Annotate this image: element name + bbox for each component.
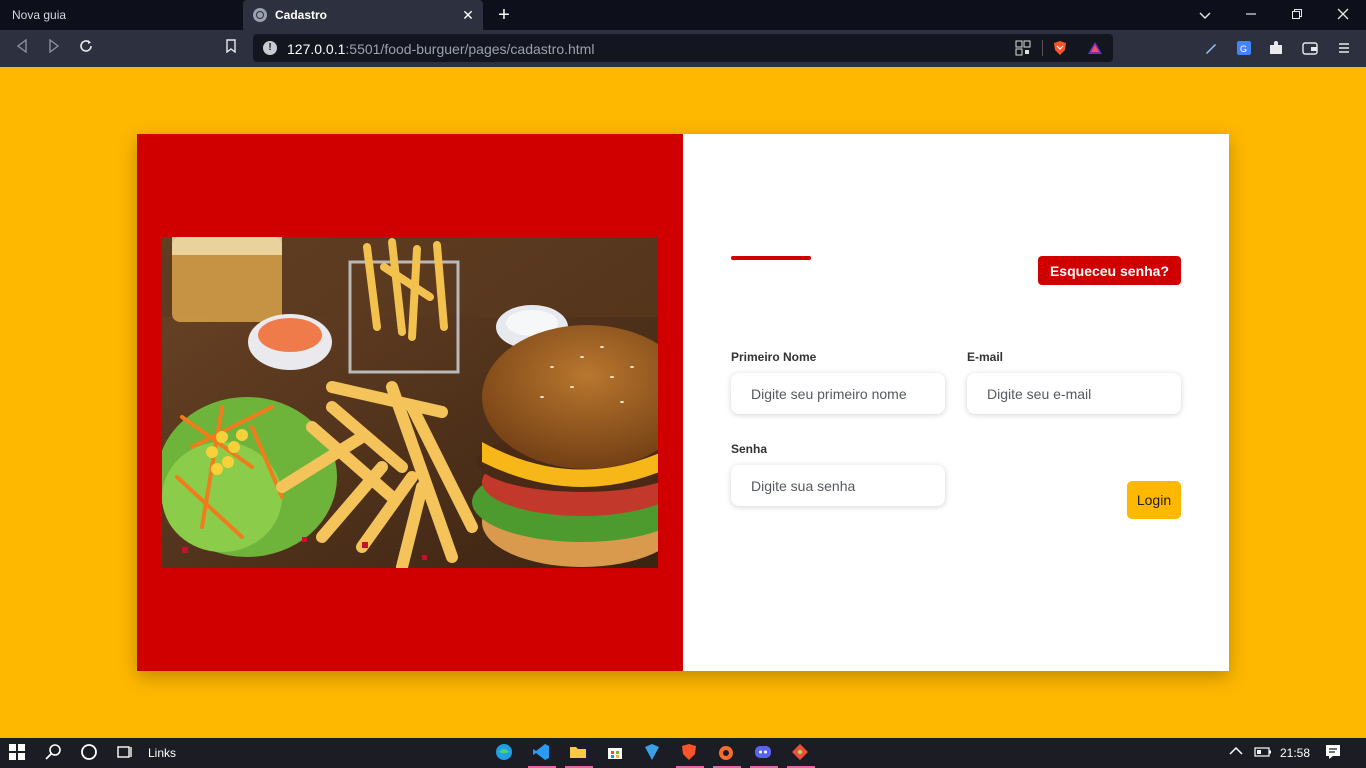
translate-icon[interactable]: G (1236, 40, 1252, 56)
site-info-icon[interactable]: ! (263, 41, 277, 55)
burger-photo (162, 237, 658, 568)
browser-tab-bar: Nova guia Cadastro ✕ + (0, 0, 1366, 30)
tab-nova-guia[interactable]: Nova guia (0, 0, 243, 30)
image-panel (137, 134, 683, 671)
windows-taskbar: Links 21:58 (0, 738, 1366, 768)
links-toolbar-label[interactable]: Links (148, 746, 176, 760)
file-explorer-icon[interactable] (569, 743, 589, 763)
extensions-puzzle-icon[interactable] (1268, 40, 1284, 56)
url-text[interactable]: 127.0.0.1:5501/food-burguer/pages/cadast… (287, 41, 594, 57)
vscode-icon[interactable] (532, 743, 552, 763)
password-input[interactable] (731, 465, 945, 506)
back-icon[interactable] (11, 38, 33, 60)
first-name-input[interactable] (731, 373, 945, 414)
clock[interactable]: 21:58 (1280, 746, 1310, 760)
email-input[interactable] (967, 373, 1181, 414)
discord-icon[interactable] (754, 743, 774, 763)
edge-icon[interactable] (495, 743, 515, 763)
brave-shields-icon[interactable] (1052, 40, 1068, 56)
address-bar[interactable]: ! 127.0.0.1:5501/food-burguer/pages/cada… (253, 34, 1113, 62)
task-view-icon[interactable] (116, 743, 136, 763)
email-label: E-mail (967, 350, 1004, 364)
origin-icon[interactable] (717, 743, 737, 763)
bookmark-icon[interactable] (220, 38, 242, 60)
password-label: Senha (731, 442, 768, 456)
brave-rewards-icon[interactable] (1087, 40, 1103, 56)
restore-button[interactable] (1274, 0, 1320, 30)
chevron-down-icon[interactable] (1182, 0, 1228, 30)
chevron-up-icon[interactable] (1228, 743, 1248, 763)
login-button[interactable]: Login (1127, 481, 1181, 519)
search-icon[interactable] (45, 743, 65, 763)
qr-code-icon[interactable] (1015, 40, 1031, 56)
battery-icon[interactable] (1254, 743, 1274, 763)
tab-label: Nova guia (12, 8, 67, 22)
signup-card: Esqueceu senha? Primeiro Nome E-mail Sen… (137, 134, 1229, 671)
accent-line (731, 256, 811, 260)
browser-toolbar: ! 127.0.0.1:5501/food-burguer/pages/cada… (0, 30, 1366, 67)
globe-icon (253, 8, 267, 22)
cortana-icon[interactable] (80, 743, 100, 763)
close-tab-icon[interactable]: ✕ (459, 6, 477, 24)
git-icon[interactable] (791, 743, 811, 763)
menu-icon[interactable] (1336, 40, 1352, 56)
forgot-password-button[interactable]: Esqueceu senha? (1038, 256, 1181, 285)
divider (1042, 40, 1043, 56)
windows-start-icon[interactable] (8, 743, 28, 763)
wallet-icon[interactable] (1302, 40, 1318, 56)
new-tab-button[interactable]: + (493, 3, 515, 27)
brave-browser-icon[interactable] (680, 743, 700, 763)
form-panel: Esqueceu senha? Primeiro Nome E-mail Sen… (683, 134, 1229, 671)
forward-icon[interactable] (43, 38, 65, 60)
store-icon[interactable] (606, 743, 626, 763)
pen-icon[interactable] (1203, 40, 1219, 56)
minimize-button[interactable] (1228, 0, 1274, 30)
reload-icon[interactable] (75, 38, 97, 60)
tab-label: Cadastro (275, 8, 328, 22)
svg-text:G: G (1240, 44, 1247, 54)
notification-icon[interactable] (1324, 743, 1344, 763)
azure-data-studio-icon[interactable] (643, 743, 663, 763)
tab-cadastro[interactable]: Cadastro ✕ (243, 0, 483, 30)
first-name-label: Primeiro Nome (731, 350, 817, 364)
close-window-button[interactable] (1320, 0, 1366, 30)
